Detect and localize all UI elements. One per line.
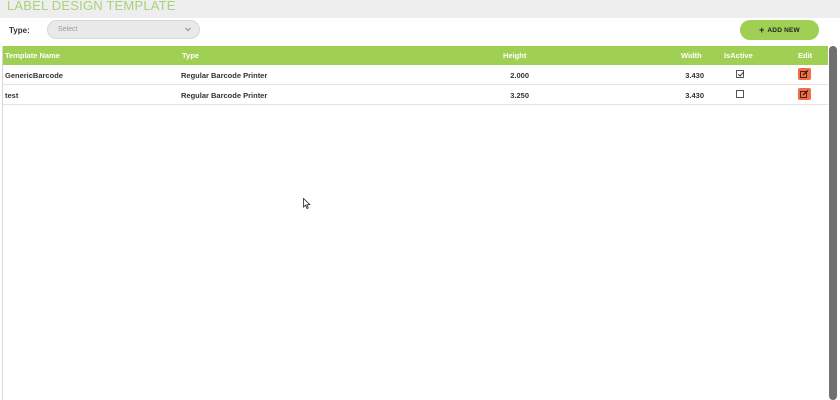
table-row[interactable]: GenericBarcode Regular Barcode Printer 2… [3,65,829,85]
column-header-width[interactable]: Width [681,51,702,60]
isactive-checkbox[interactable] [736,70,745,78]
height-cell: 3.250 [510,91,529,100]
mouse-pointer-icon [303,198,311,210]
template-name-cell: GenericBarcode [5,71,63,80]
add-new-label: ADD NEW [767,26,800,34]
width-cell: 3.430 [685,91,704,100]
type-select[interactable]: Select [47,20,200,39]
edit-button[interactable] [798,88,811,100]
edit-icon [800,90,809,98]
scrollbar-thumb[interactable] [829,46,837,400]
edit-icon [800,70,809,78]
chevron-down-icon [185,27,191,32]
height-cell: 2.000 [510,71,529,80]
filter-bar: Type: Select + ADD NEW [0,18,840,46]
add-new-button[interactable]: + ADD NEW [740,20,819,40]
template-name-cell: test [5,91,19,100]
grid-header: Template Name Type Height Width IsActive… [3,46,829,65]
type-select-placeholder: Select [58,26,78,33]
edit-button[interactable] [798,68,811,80]
column-header-edit: Edit [798,51,813,60]
vertical-scrollbar[interactable] [828,46,840,400]
column-header-type[interactable]: Type [182,51,199,60]
page-title: LABEL DESIGN TEMPLATE [7,0,176,13]
isactive-checkbox[interactable] [736,90,744,98]
check-icon [737,71,745,77]
column-header-template-name[interactable]: Template Name [5,51,60,60]
plus-icon: + [759,24,765,35]
templates-grid: Template Name Type Height Width IsActive… [2,46,829,400]
table-row[interactable]: test Regular Barcode Printer 3.250 3.430 [3,85,829,105]
type-cell: Regular Barcode Printer [181,91,268,100]
title-bar: LABEL DESIGN TEMPLATE [0,0,840,18]
width-cell: 3.430 [685,71,704,80]
column-header-height[interactable]: Height [503,51,526,60]
type-filter-label: Type: [9,26,30,35]
column-header-isactive[interactable]: IsActive [724,51,753,60]
label-design-template-page: LABEL DESIGN TEMPLATE Type: Select + ADD… [0,0,840,400]
type-cell: Regular Barcode Printer [181,71,268,80]
